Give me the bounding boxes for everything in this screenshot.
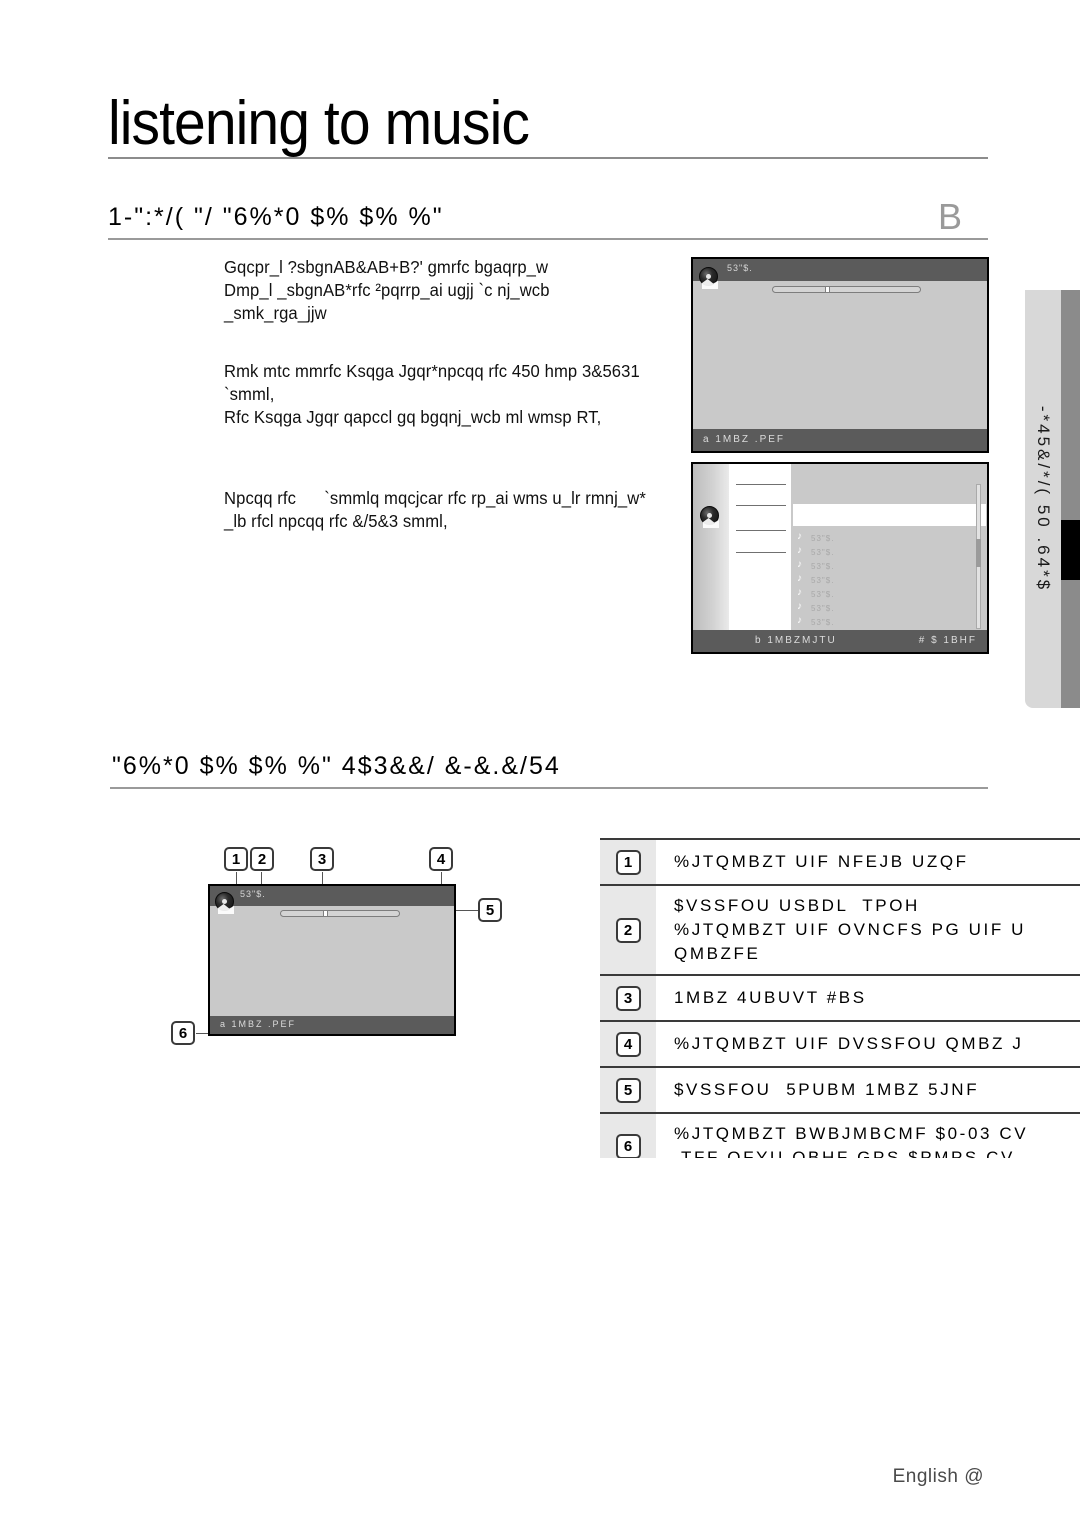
side-tab-dark-strip (1061, 290, 1080, 708)
player-track-title: 53"$. (727, 263, 753, 273)
legend-row: 2 $VSSFOU USBDL TPOH %JTQMBZT UIF OVNCFS… (600, 884, 1080, 974)
diagram-track-title: 53"$. (240, 889, 266, 899)
diagram-play-status-bar (280, 910, 400, 917)
legend-number: 2 (615, 917, 641, 943)
legend-number: 5 (615, 1077, 641, 1103)
playlist-item[interactable]: 53"$. (811, 534, 834, 543)
tv-screenshot-playlist: ♪ 53"$. ♪ 53"$. ♪ 53"$. ♪ 53"$. ♪ 53"$. … (691, 462, 989, 654)
diagram-tv-screenshot: 53"$. a 1MBZ .PEF (208, 884, 456, 1036)
body-paragraph-1: Gqcpr_l ?sbgnAB&AB+B?' gmrfc bgaqrp_w Dm… (224, 257, 550, 323)
legend-number: 4 (615, 1031, 641, 1057)
body-paragraph-2: Rmk mtc mmrfc Ksqga Jgqr*npcqq rfc 450 h… (224, 361, 640, 427)
callout-5: 5 (478, 898, 502, 922)
legend-row: 3 1MBZ 4UBUVT #BS (600, 974, 1080, 1020)
diagram-footer-bar: a 1MBZ .PEF (210, 1016, 454, 1034)
playlist-left-rail (693, 464, 729, 630)
diagram-play-status-thumb (323, 910, 328, 917)
section-letter-badge: B (938, 196, 963, 237)
legend-number-cell: 5 (600, 1068, 656, 1112)
play-status-thumb[interactable] (825, 286, 830, 293)
side-tab-light-strip: -*45&/*/( 50 .64*$ (1025, 290, 1061, 708)
playlist-selected-row[interactable] (793, 504, 986, 526)
playlist-item[interactable]: 53"$. (811, 548, 834, 557)
music-note-icon: ♪ (797, 573, 802, 584)
player-footer-bar: a 1MBZ .PEF (693, 429, 987, 451)
legend-number: 6 (615, 1133, 641, 1158)
side-tab-label: -*45&/*/( 50 .64*$ (1034, 405, 1053, 593)
legend-number: 3 (615, 985, 641, 1011)
callout-6: 6 (171, 1021, 195, 1045)
page-title: listening to music (108, 89, 530, 158)
body-paragraph-3: Npcqq rfc `smmlq mqcjcar rfc rp_ai wms u… (224, 488, 646, 531)
side-tab: -*45&/*/( 50 .64*$ (1025, 290, 1080, 708)
disc-icon (699, 267, 721, 289)
play-status-bar[interactable] (772, 286, 921, 293)
callout-2: 2 (250, 847, 274, 871)
legend-description: 1MBZ 4UBUVT #BS (674, 988, 867, 1007)
playlist-item[interactable]: 53"$. (811, 576, 834, 585)
music-note-icon: ♪ (797, 587, 802, 598)
playlist-menu-column (729, 464, 791, 630)
playlist-scrollbar-thumb[interactable] (976, 539, 981, 567)
playlist-item[interactable]: 53"$. (811, 604, 834, 613)
music-note-icon: ♪ (797, 531, 802, 542)
section-heading-playing-audio: 1-":*/( "/ "6%*0 $% $% %" (108, 203, 444, 231)
playlist-main-panel: ♪ 53"$. ♪ 53"$. ♪ 53"$. ♪ 53"$. ♪ 53"$. … (791, 464, 987, 630)
legend-description: $VSSFOU USBDL TPOH %JTQMBZT UIF OVNCFS P… (674, 896, 1027, 963)
legend-table-clip: 1 %JTQMBZT UIF NFEJB UZQF 2 $VSSFOU USBD… (600, 838, 1080, 1158)
music-note-icon: ♪ (797, 559, 802, 570)
side-tab-marker (1061, 520, 1080, 580)
playlist-item[interactable]: 53"$. (811, 590, 834, 599)
playlist-footer-left-label: b 1MBZMJTU (755, 635, 837, 646)
legend-number-cell: 6 (600, 1114, 656, 1158)
legend-row: 5 $VSSFOU 5PUBM 1MBZ 5JNF (600, 1066, 1080, 1112)
music-note-icon: ♪ (797, 545, 802, 556)
legend-description: $VSSFOU 5PUBM 1MBZ 5JNF (674, 1080, 980, 1099)
playlist-scrollbar[interactable] (976, 484, 981, 629)
player-footer-label: a 1MBZ .PEF (703, 434, 786, 445)
disc-icon (700, 506, 722, 528)
music-note-icon: ♪ (797, 601, 802, 612)
section-heading-screen-elements: "6%*0 $% $% %" 4$3&&/ &-&.&/54 (112, 752, 561, 780)
title-divider (108, 157, 988, 159)
diagram-footer-label: a 1MBZ .PEF (220, 1019, 297, 1029)
disc-icon (215, 892, 237, 914)
legend-row: 1 %JTQMBZT UIF NFEJB UZQF (600, 838, 1080, 884)
legend-number: 1 (615, 849, 641, 875)
playlist-footer-bar: b 1MBZMJTU # $ 1BHF (693, 630, 987, 652)
playlist-item[interactable]: 53"$. (811, 562, 834, 571)
legend-number-cell: 2 (600, 886, 656, 974)
legend-number-cell: 3 (600, 976, 656, 1020)
section-1-divider (108, 238, 988, 240)
legend-number-cell: 4 (600, 1022, 656, 1066)
callout-3: 3 (310, 847, 334, 871)
legend-table: 1 %JTQMBZT UIF NFEJB UZQF 2 $VSSFOU USBD… (600, 838, 1080, 1158)
legend-row: 4 %JTQMBZT UIF DVSSFOU QMBZ J (600, 1020, 1080, 1066)
legend-description: %JTQMBZT BWBJMBCMF $0-03 CV TFF OFYU QBH… (674, 1124, 1029, 1158)
playlist-item[interactable]: 53"$. (811, 618, 834, 627)
callout-1: 1 (224, 847, 248, 871)
legend-description: %JTQMBZT UIF NFEJB UZQF (674, 852, 969, 871)
legend-description: %JTQMBZT UIF DVSSFOU QMBZ J (674, 1034, 1024, 1053)
page-footer: English @ (892, 1466, 984, 1487)
playlist-footer-right-label: # $ 1BHF (918, 635, 977, 646)
music-note-icon: ♪ (797, 615, 802, 626)
callout-4: 4 (429, 847, 453, 871)
section-2-divider (110, 787, 988, 789)
legend-row: 6 %JTQMBZT BWBJMBCMF $0-03 CV TFF OFYU Q… (600, 1112, 1080, 1158)
legend-number-cell: 1 (600, 840, 656, 884)
tv-screenshot-player: 53"$. a 1MBZ .PEF (691, 257, 989, 453)
